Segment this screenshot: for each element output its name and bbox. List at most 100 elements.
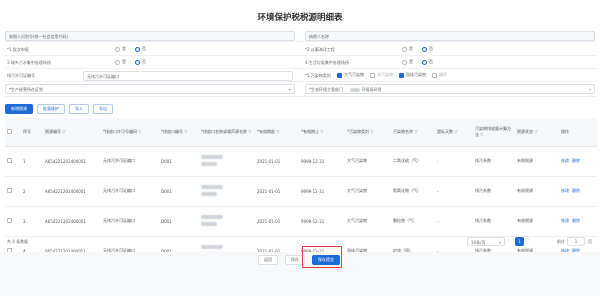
permit-no-label: 排污许可证编号 <box>7 73 35 78</box>
col-header: *排放口许可号编码 ▽ <box>101 118 159 147</box>
pollutant-solid-checkbox[interactable]: 固体污染物 <box>399 72 426 78</box>
table-row[interactable]: 1 A654221202400001 无排污许可证编口 D001 2021-01-01 9… <box>5 146 597 177</box>
redacted-block <box>201 222 217 226</box>
edit-link[interactable]: 修改 <box>561 158 569 163</box>
delete-link[interactable]: 删除 <box>572 218 580 223</box>
construction-yes-radio[interactable]: 是 <box>402 46 413 52</box>
construction-label: *2.从事海洋工程 <box>305 47 335 52</box>
authority-select[interactable]: *生态环境主管部门 环境局环保 ▾ <box>305 84 595 94</box>
pollutant-name: 氮氧化物（气） <box>391 176 435 207</box>
next-page-icon[interactable]: › <box>528 237 530 242</box>
bulk-declare-yes-radio[interactable]: 是 <box>115 46 126 52</box>
exceed-days: - <box>435 146 473 177</box>
permit-code: 无排污许可证编口 <box>101 176 159 207</box>
taxpayer-name-field[interactable]: 纳税人名称 <box>305 31 595 41</box>
valid-to: 9999-12-31 <box>299 176 345 207</box>
filter-icon[interactable]: ▽ <box>320 129 323 134</box>
source-code: A654221202400001 <box>43 176 101 207</box>
filter-icon[interactable]: ▽ <box>370 129 373 134</box>
select-all-checkbox[interactable] <box>7 128 12 134</box>
row-no: 2 <box>21 176 43 207</box>
edit-link[interactable]: 修改 <box>561 218 569 223</box>
landfill-yes-radio[interactable]: 是 <box>402 59 413 65</box>
permit-no-input[interactable]: 无排污许可证编口 <box>83 71 293 81</box>
footer-bar: 返回 保存 保存提交 <box>0 252 600 296</box>
source-status: 有效税源 <box>515 146 559 177</box>
col-header: *有效期止 ▽ <box>299 118 345 147</box>
valid-from: 2021-01-01 <box>255 176 299 207</box>
batch-maintain-button[interactable]: 批量维护 <box>37 104 65 114</box>
table-row[interactable]: 3 A654221202400001 无排污许可证编口 D001 2021-01-01 9… <box>5 206 597 237</box>
outlet-code: D001 <box>159 176 199 207</box>
total-count: 共 4 条数据 <box>7 239 29 244</box>
bulk-declare-no-radio[interactable]: 否 <box>135 46 146 52</box>
calc-method: 排污系数 <box>473 206 515 237</box>
delete-link[interactable]: 删除 <box>572 158 580 163</box>
source-code: A654221202400001 <box>43 146 101 177</box>
col-header: 超标天数 ▽ <box>435 118 473 147</box>
district-select[interactable]: *生产经营所在区划 ▾ <box>5 84 295 94</box>
pollutant-air-checkbox[interactable]: 大气污染物 <box>337 72 364 78</box>
outlet-code: D001 <box>159 206 199 237</box>
calc-method: 排污系数 <box>473 146 515 177</box>
filter-icon[interactable]: ▽ <box>454 129 457 134</box>
row-actions: 修改 删除 <box>559 176 597 207</box>
pollutant-label: *5.污染物类别 <box>305 73 331 78</box>
goto-page-input[interactable]: 1 <box>567 237 585 246</box>
redacted-block <box>350 88 361 92</box>
export-button[interactable]: 导出 <box>93 104 113 114</box>
col-header: *污染物类别 ▽ <box>345 118 391 147</box>
import-button[interactable]: 导入 <box>69 104 89 114</box>
filter-icon[interactable]: ▽ <box>480 132 483 137</box>
col-header: 税源编号 ▽ <box>43 118 101 147</box>
filter-icon[interactable]: ▽ <box>534 129 537 134</box>
form-row-district: *生产经营所在区划 ▾ *生态环境主管部门 环境局环保 ▾ <box>5 83 597 97</box>
filter-icon[interactable]: ▽ <box>414 129 417 134</box>
construction-no-radio[interactable]: 否 <box>422 46 433 52</box>
highlight-box <box>302 246 342 268</box>
redacted-block <box>201 162 217 166</box>
row-checkbox[interactable] <box>7 158 12 163</box>
prev-page-icon[interactable]: ‹ <box>508 237 510 242</box>
back-button[interactable]: 返回 <box>258 255 278 265</box>
table-row[interactable]: 2 A654221202400001 无排污许可证编口 D001 2021-01-01 9… <box>5 176 597 207</box>
row-no: 3 <box>21 206 43 237</box>
source-status: 有效税源 <box>515 206 559 237</box>
row-actions: 修改 删除 <box>559 206 597 237</box>
landfill-no-radio[interactable]: 否 <box>422 59 433 65</box>
source-status: 有效税源 <box>515 176 559 207</box>
current-page[interactable]: 1 <box>515 237 524 246</box>
filter-icon[interactable]: ▽ <box>62 129 65 134</box>
redacted-block <box>201 215 223 219</box>
pollutant-noise-checkbox[interactable]: 噪声 <box>432 72 447 78</box>
add-source-button[interactable]: 新增税源 <box>5 104 33 114</box>
table-header-row: 序号 税源编号 ▽ *排放口许可号编码 ▽ *排放口编号 ▽ *排放口名称或噪声… <box>5 118 597 147</box>
goto-label: 前往 <box>557 239 565 244</box>
pollutant-name: 颗粒物（气） <box>391 206 435 237</box>
chevron-down-icon: ▾ <box>588 87 591 92</box>
taxpayer-id-field[interactable]: 纳税人识别号(统一社会信用代码) <box>5 31 295 41</box>
bulk-declare-label: *1.批次申报 <box>7 47 29 52</box>
page-unit-label: 页 <box>588 239 592 244</box>
page-size-select[interactable]: 10条/页 ▾ <box>467 237 505 246</box>
edit-link[interactable]: 修改 <box>561 188 569 193</box>
col-header: 污染物排放量计算方法 ▽ <box>473 118 515 147</box>
row-checkbox[interactable] <box>7 218 12 223</box>
form-row-taxpayer: 纳税人识别号(统一社会信用代码) 纳税人名称 <box>5 30 597 42</box>
filter-icon[interactable]: ▽ <box>276 129 279 134</box>
col-header: *排放口名称或噪声源名称 ▽ <box>199 118 255 147</box>
permit-code: 无排污许可证编口 <box>101 206 159 237</box>
pollutant-water-checkbox[interactable]: 水污染物 <box>370 72 393 78</box>
pagination: 共 4 条数据 10条/页 ▾ ‹ 1 › 前往 1 页 <box>5 237 597 247</box>
pollutant-category: 大气污染物 <box>345 206 391 237</box>
filter-icon[interactable]: ▽ <box>184 129 187 134</box>
urban-sewage-yes-radio[interactable]: 是 <box>115 59 126 65</box>
delete-link[interactable]: 删除 <box>572 188 580 193</box>
filter-icon[interactable]: ▽ <box>138 129 141 134</box>
permit-code: 无排污许可证编口 <box>101 146 159 177</box>
row-checkbox[interactable] <box>7 188 12 193</box>
pollutant-name: 二氧化硫（气） <box>391 146 435 177</box>
valid-from: 2021-01-01 <box>255 206 299 237</box>
urban-sewage-no-radio[interactable]: 否 <box>135 59 146 65</box>
filter-icon[interactable]: ▽ <box>248 129 251 134</box>
